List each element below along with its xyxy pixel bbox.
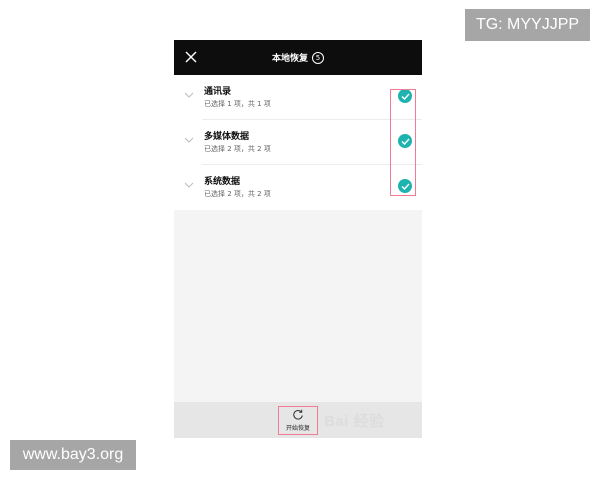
- top-bar: 本地恢复 5: [174, 40, 422, 75]
- chevron-down-icon[interactable]: [184, 137, 194, 143]
- baidu-jingyan-watermark: Bai 经验: [324, 413, 385, 430]
- checkbox-highlight-annotation: [390, 89, 416, 196]
- site-watermark-badge: www.bay3.org: [10, 440, 136, 470]
- list-item-contacts[interactable]: 通讯录 已选择 1 项，共 1 项: [174, 75, 422, 119]
- page-title: 本地恢复 5: [174, 40, 422, 75]
- refresh-icon: [293, 409, 303, 420]
- item-selection-count: 已选择 2 项，共 2 项: [204, 190, 271, 198]
- chevron-down-icon[interactable]: [184, 182, 194, 188]
- start-restore-label: 开始恢复: [285, 425, 310, 432]
- bottom-action-bar: Bai 经验 开始恢复: [174, 402, 422, 438]
- chevron-down-icon[interactable]: [184, 92, 194, 98]
- item-selection-count: 已选择 1 项，共 1 项: [204, 100, 271, 108]
- item-name: 通讯录: [204, 87, 232, 97]
- item-name: 多媒体数据: [204, 132, 250, 142]
- list-item-media[interactable]: 多媒体数据 已选择 2 项，共 2 项: [174, 120, 422, 164]
- start-restore-button[interactable]: 开始恢复: [278, 406, 318, 435]
- phone-screen: 本地恢复 5 通讯录 已选择 1 项，共 1 项 多媒体数据 已选择 2 项，共…: [174, 40, 422, 438]
- tg-watermark-badge: TG: MYYJJPP: [465, 9, 590, 41]
- item-name: 系统数据: [204, 177, 241, 187]
- count-badge: 5: [312, 51, 324, 64]
- backup-item-list: 通讯录 已选择 1 项，共 1 项 多媒体数据 已选择 2 项，共 2 项 系统…: [174, 75, 422, 210]
- item-selection-count: 已选择 2 项，共 2 项: [204, 145, 271, 153]
- page-title-text: 本地恢复: [271, 54, 308, 64]
- list-item-system-data[interactable]: 系统数据 已选择 2 项，共 2 项: [174, 165, 422, 209]
